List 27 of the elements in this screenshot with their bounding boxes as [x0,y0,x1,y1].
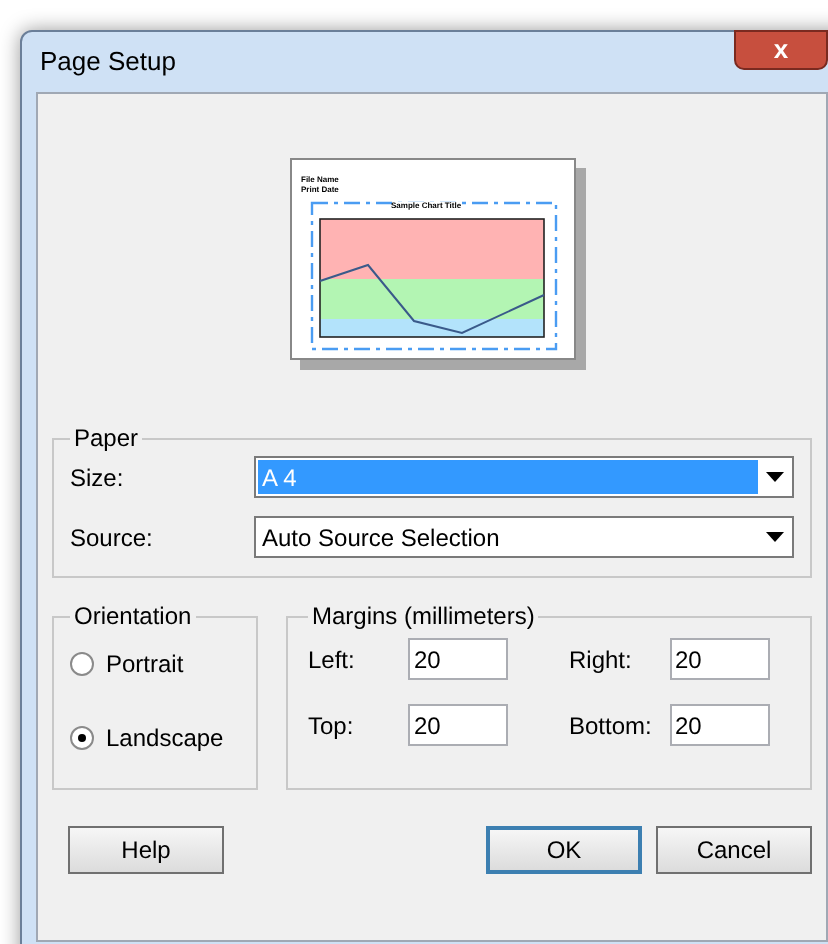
dialog-button[interactable]: Cancel [656,826,812,874]
caret-icon [766,472,784,482]
field-label: Top: [308,709,356,743]
radio-option[interactable]: Landscape [70,720,240,756]
dropdown[interactable]: Auto Source Selection [254,516,794,558]
dropdown-value: Auto Source Selection [260,521,502,554]
group-legend: Orientation [70,598,196,634]
radio-button[interactable] [70,652,94,676]
dropdown-value: A 4 [258,460,758,494]
caret-icon [766,532,784,542]
window-title: Page Setup [40,44,176,81]
field-label: Bottom: [569,709,654,743]
margin-field[interactable]: 20 [408,704,508,746]
field-label: Source: [70,521,155,555]
field-label: Right: [569,643,634,677]
field-label: Left: [308,643,357,677]
field-label: Size: [70,461,126,495]
margin-field[interactable]: 20 [669,638,769,680]
group-legend: Paper [70,420,143,456]
margin-field[interactable]: 20 [408,638,508,680]
dialog-button[interactable]: Help [68,826,224,874]
close-button[interactable]: x [734,30,828,70]
radio-button[interactable] [70,726,94,750]
radio-option[interactable]: Portrait [70,646,240,682]
group-legend: Margins (millimeters) [308,598,539,634]
dialog-button[interactable]: OK [486,826,642,874]
margin-field[interactable]: 20 [669,704,769,746]
